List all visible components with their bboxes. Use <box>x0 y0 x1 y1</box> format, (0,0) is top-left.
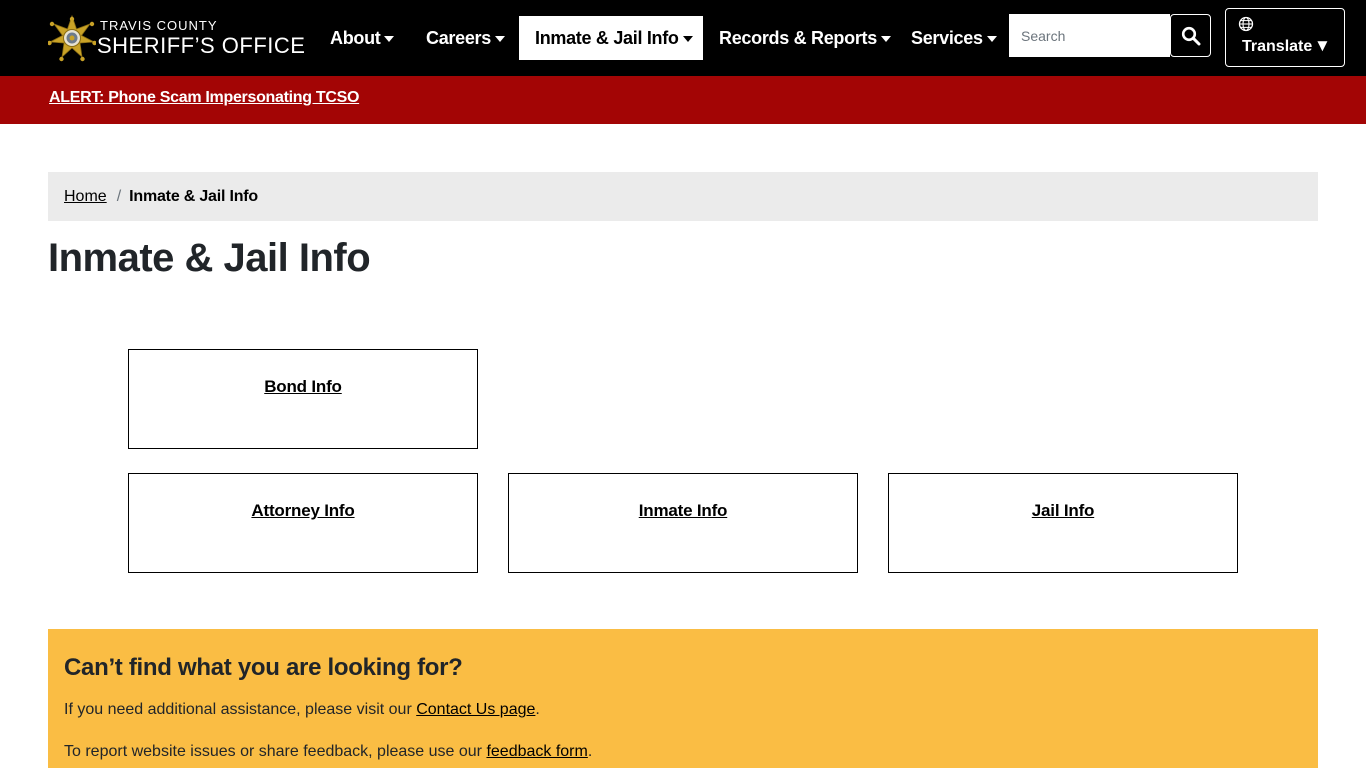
caret-down-icon <box>986 35 997 42</box>
card-link-bond-info[interactable]: Bond Info <box>264 377 342 397</box>
caret-down-icon <box>880 35 891 42</box>
search-input[interactable] <box>1009 14 1170 57</box>
alert-link[interactable]: ALERT: Phone Scam Impersonating TCSO <box>49 89 359 107</box>
search-button[interactable] <box>1170 14 1211 57</box>
nav-careers[interactable]: Careers <box>410 16 521 60</box>
caret-down-icon <box>384 35 395 42</box>
contact-us-link[interactable]: Contact Us page <box>416 701 535 718</box>
caret-down-icon <box>494 35 505 42</box>
help-feedback-text: To report website issues or share feedba… <box>64 743 592 761</box>
alert-bar: ALERT: Phone Scam Impersonating TCSO <box>0 76 1366 124</box>
globe-icon <box>1238 16 1254 32</box>
page-title: Inmate & Jail Info <box>48 236 371 280</box>
card-link-jail-info[interactable]: Jail Info <box>1032 501 1095 521</box>
nav-services[interactable]: Services <box>895 16 1013 60</box>
caret-down-icon <box>682 35 693 42</box>
logo-county-text: TRAVIS COUNTY <box>100 18 218 33</box>
breadcrumb-current: Inmate & Jail Info <box>129 187 259 205</box>
card-link-attorney-info[interactable]: Attorney Info <box>251 501 354 521</box>
card-jail-info: Jail Info <box>888 473 1238 573</box>
nav-services-label: Services <box>911 27 983 48</box>
logo-office-text: SHERIFF’S OFFICE <box>97 33 306 58</box>
nav-about-label: About <box>330 27 381 48</box>
help-contact-suffix: . <box>535 701 540 718</box>
search-icon <box>1181 26 1200 45</box>
help-contact-text: If you need additional assistance, pleas… <box>64 701 540 719</box>
nav-careers-label: Careers <box>426 27 491 48</box>
breadcrumb-home-link[interactable]: Home <box>64 188 107 206</box>
breadcrumb-separator: / <box>116 187 122 205</box>
help-contact-prefix: If you need additional assistance, pleas… <box>64 701 417 718</box>
nav-records-reports[interactable]: Records & Reports <box>703 16 907 60</box>
nav-records-reports-label: Records & Reports <box>719 27 877 48</box>
site-logo-link[interactable]: TRAVIS COUNTY SHERIFF’S OFFICE <box>48 14 305 64</box>
help-feedback-suffix: . <box>587 743 593 760</box>
feedback-form-link[interactable]: feedback form <box>486 743 587 760</box>
card-inmate-info: Inmate Info <box>508 473 858 573</box>
card-link-inmate-info[interactable]: Inmate Info <box>639 501 728 521</box>
nav-about[interactable]: About <box>314 16 410 60</box>
nav-inmate-jail-info-label: Inmate & Jail Info <box>535 27 679 48</box>
help-title: Can’t find what you are looking for? <box>64 654 463 681</box>
card-attorney-info: Attorney Info <box>128 473 478 573</box>
triangle-down-icon: ▼ <box>1314 36 1331 55</box>
help-box: Can’t find what you are looking for? If … <box>48 629 1318 768</box>
site-header: TRAVIS COUNTY SHERIFF’S OFFICE About Car… <box>0 0 1366 76</box>
help-feedback-prefix: To report website issues or share feedba… <box>64 743 487 760</box>
translate-label: Translate <box>1242 38 1313 55</box>
nav-inmate-jail-info[interactable]: Inmate & Jail Info <box>519 16 703 60</box>
sheriff-star-icon <box>48 14 96 62</box>
translate-button[interactable]: Translate ▼ <box>1225 8 1345 67</box>
breadcrumb: Home / Inmate & Jail Info <box>48 172 1318 221</box>
card-bond-info: Bond Info <box>128 349 478 449</box>
